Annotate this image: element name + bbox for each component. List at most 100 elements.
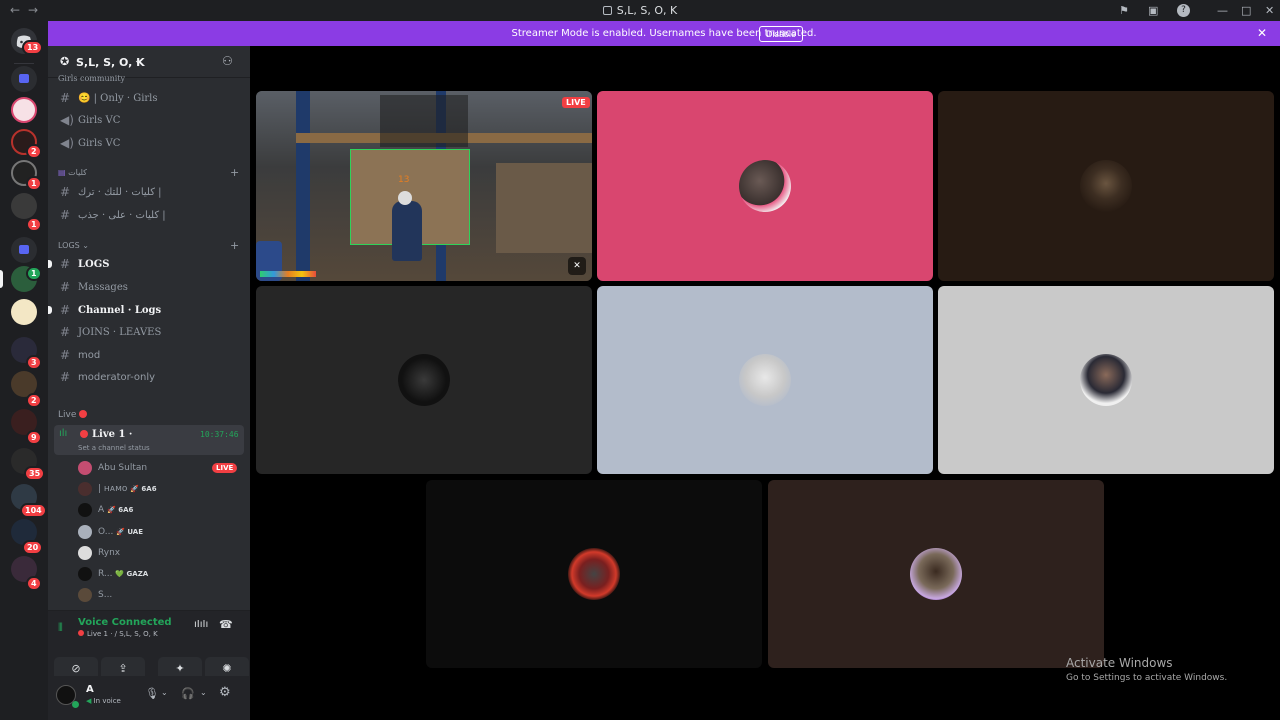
member-name-text: O... xyxy=(98,527,114,537)
avatar xyxy=(739,160,791,212)
voice-member[interactable]: Abu Sultan LIVE xyxy=(76,458,246,478)
chevron-down-icon[interactable]: ⌄ xyxy=(161,688,168,697)
voice-member[interactable]: Rynx xyxy=(76,543,246,563)
voice-channel-live-1[interactable]: ılı Live 1 · 10:37:46 Set a channel stat… xyxy=(54,425,244,455)
server-badge: 35 xyxy=(24,466,46,481)
avatar xyxy=(78,525,92,539)
server-badge: 2 xyxy=(26,144,42,159)
voice-status[interactable]: Voice Connected xyxy=(78,617,172,628)
avatar xyxy=(398,354,450,406)
speaker-icon: ◀ xyxy=(86,697,94,705)
close-banner-icon[interactable]: ✕ xyxy=(1257,26,1267,40)
stream-character xyxy=(392,201,422,261)
server-folder[interactable] xyxy=(11,66,37,92)
stream-hud-number: 13 xyxy=(398,175,410,185)
hash-icon: # xyxy=(60,303,71,317)
create-channel-icon[interactable]: + xyxy=(230,239,239,252)
screen-icon[interactable]: ▣ xyxy=(1148,4,1158,17)
inbox-icon[interactable]: ⚑ xyxy=(1119,4,1129,17)
server-badge: 20 xyxy=(22,540,44,555)
voice-location-text: Live 1 · / S,L, S, O, K xyxy=(87,630,158,638)
participant-tile[interactable] xyxy=(597,286,933,474)
user-status-text: In voice xyxy=(93,697,121,705)
member-name-text: R... xyxy=(98,569,113,579)
channel-status-input[interactable]: Set a channel status xyxy=(78,444,150,452)
participant-tile[interactable] xyxy=(256,286,592,474)
server-folder-2[interactable] xyxy=(11,237,37,263)
server-badge: 9 xyxy=(26,430,42,445)
minimize-icon[interactable]: — xyxy=(1217,4,1228,17)
server-icon-4[interactable] xyxy=(11,193,37,219)
channel-moderator-only[interactable]: # moderator-only xyxy=(54,367,244,387)
signal-icon[interactable]: ⦀ xyxy=(58,621,63,635)
server-icon-1[interactable] xyxy=(11,97,37,123)
stream-shelf-post xyxy=(296,91,310,281)
channel-label: كليات · للتك · ترك | xyxy=(78,187,162,198)
category-girls[interactable]: Girls community xyxy=(58,74,125,83)
category-arabic[interactable]: ▤ كليات xyxy=(58,168,87,177)
channel-channel-logs[interactable]: # Channel · Logs xyxy=(48,300,244,320)
channel-arabic-2[interactable]: # كليات · على · جذب | xyxy=(54,205,244,225)
channel-girls-vc-1[interactable]: ◀) Girls VC xyxy=(54,110,244,130)
channel-logs[interactable]: # LOGS xyxy=(48,254,244,274)
voice-member[interactable]: R... 💚 GAZA xyxy=(76,564,246,584)
participant-tile[interactable] xyxy=(938,286,1274,474)
member-tag: 🚀 6A6 xyxy=(130,485,157,493)
channel-label: Massages xyxy=(78,282,128,293)
speaker-icon: ◀) xyxy=(60,136,74,150)
close-window-icon[interactable]: ✕ xyxy=(1265,4,1274,17)
channel-girls-vc-2[interactable]: ◀) Girls VC xyxy=(54,133,244,153)
voice-channel-label: Live 1 · xyxy=(92,429,133,440)
member-name: Abu Sultan xyxy=(98,463,148,473)
unread-indicator xyxy=(48,260,52,268)
disconnect-icon[interactable]: ☎ xyxy=(219,618,233,631)
chevron-down-icon: ⌄ xyxy=(134,56,142,66)
avatar xyxy=(910,548,962,600)
voice-location[interactable]: Live 1 · / S,L, S, O, K xyxy=(78,630,158,638)
channel-joins-leaves[interactable]: # JOINS · LEAVES xyxy=(54,322,244,342)
maximize-icon[interactable]: □ xyxy=(1241,4,1251,17)
avatar xyxy=(739,354,791,406)
user-name[interactable]: A xyxy=(86,684,94,695)
server-icon-find-world[interactable] xyxy=(11,299,37,325)
category-label: LOGS xyxy=(58,241,80,250)
server-badge: 1 xyxy=(26,217,42,232)
microphone-icon[interactable]: 🎙 xyxy=(145,687,159,700)
soundboard-icon: ✺ xyxy=(222,662,232,675)
voice-activity-icon: ılı xyxy=(59,428,68,439)
participant-tile[interactable] xyxy=(938,91,1274,281)
member-tag: 🚀 6A6 xyxy=(107,506,134,514)
add-member-icon[interactable]: ⚇ xyxy=(222,54,233,68)
stream-tile[interactable]: 13 LIVE ✕ xyxy=(256,91,592,281)
unread-indicator xyxy=(48,306,52,314)
channel-arabic-1[interactable]: # كليات · للتك · ترك | xyxy=(54,182,244,202)
channel-label: mod xyxy=(78,350,101,361)
voice-member[interactable]: O... 🚀 UAE xyxy=(76,522,246,542)
home-unread-badge: 13 xyxy=(22,40,44,55)
participant-tile[interactable] xyxy=(426,480,762,668)
chevron-down-icon[interactable]: ⌄ xyxy=(200,688,207,697)
headphones-icon[interactable]: 🎧 xyxy=(181,687,195,700)
streamer-mode-banner: Streamer Mode is enabled. Usernames have… xyxy=(48,21,1280,46)
voice-member[interactable]: S... xyxy=(76,585,246,605)
voice-member[interactable]: | ʜᴀᴍᴏ 🚀 6A6 xyxy=(76,479,246,499)
channel-massages[interactable]: # Massages xyxy=(54,277,244,297)
muted-icon[interactable]: ✕ xyxy=(568,257,586,275)
channel-mod[interactable]: # mod xyxy=(54,345,244,365)
channel-label: 😊 | Only · Girls xyxy=(78,93,158,104)
category-logs[interactable]: LOGS ⌄ xyxy=(58,241,89,250)
voice-member[interactable]: A 🚀 6A6 xyxy=(76,500,246,520)
disable-streamer-mode-button[interactable]: Disable xyxy=(759,26,804,42)
help-icon[interactable]: ? xyxy=(1177,4,1190,17)
member-name-text: | ʜᴀᴍᴏ xyxy=(98,484,128,494)
create-channel-icon[interactable]: + xyxy=(230,166,239,179)
channel-label: JOINS · LEAVES xyxy=(78,327,162,338)
category-live[interactable]: Live xyxy=(58,410,88,420)
divider xyxy=(14,63,34,64)
channel-only-girls[interactable]: # 😊 | Only · Girls xyxy=(54,88,244,108)
participant-tile[interactable] xyxy=(768,480,1104,668)
noise-suppression-icon[interactable]: ıIıIı xyxy=(194,619,208,630)
gear-icon[interactable]: ⚙ xyxy=(219,685,231,700)
participant-tile[interactable] xyxy=(597,91,933,281)
member-name: R... 💚 GAZA xyxy=(98,569,148,579)
